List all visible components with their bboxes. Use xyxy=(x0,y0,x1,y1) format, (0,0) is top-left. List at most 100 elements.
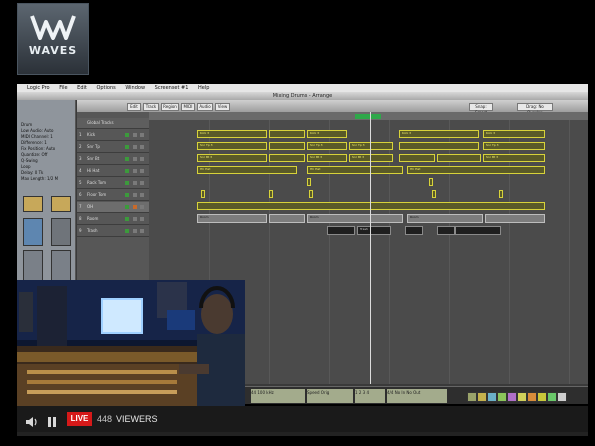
mute-button[interactable] xyxy=(133,145,137,149)
mute-button[interactable] xyxy=(133,229,137,233)
midi-region[interactable] xyxy=(197,202,545,210)
record-enable-button[interactable] xyxy=(125,181,129,185)
audio-region[interactable]: Room xyxy=(307,214,403,223)
track-row-5[interactable]: 5 Rack Tom xyxy=(77,178,149,189)
mute-button[interactable] xyxy=(133,181,137,185)
menu-options[interactable]: Options xyxy=(96,85,115,91)
insert-slots[interactable] xyxy=(23,218,43,246)
mute-button[interactable] xyxy=(133,205,137,209)
transport-key[interactable] xyxy=(517,392,527,402)
inspector-row[interactable]: Low Audio: Auto xyxy=(21,128,71,133)
snap-select[interactable]: Snap: Smart xyxy=(469,103,493,115)
playhead[interactable] xyxy=(370,112,371,384)
menu-file[interactable]: File xyxy=(59,85,67,91)
midi-region[interactable]: Snr Bt 3 xyxy=(197,154,267,162)
audio-region[interactable]: Room xyxy=(197,214,267,223)
menu-edit[interactable]: Edit xyxy=(77,85,87,91)
inspector-row[interactable]: Fix Position: Auto xyxy=(21,146,71,151)
mute-button[interactable] xyxy=(133,193,137,197)
track-row-2[interactable]: 2 Snr Tp xyxy=(77,142,149,153)
audio-region[interactable] xyxy=(405,226,423,235)
track-row-7[interactable]: 7 OH xyxy=(77,202,149,213)
audio-region[interactable] xyxy=(485,214,545,223)
midi-region[interactable] xyxy=(307,178,311,186)
transport-key[interactable] xyxy=(487,392,497,402)
inspector-row[interactable]: MIDI Channel: 1 xyxy=(21,134,71,139)
mute-button[interactable] xyxy=(133,217,137,221)
drag-select[interactable]: Drag: No Overlap xyxy=(517,103,553,115)
solo-button[interactable] xyxy=(140,217,144,221)
solo-button[interactable] xyxy=(140,169,144,173)
midi-region[interactable]: Snr Bt 3 xyxy=(483,154,545,162)
audio-region[interactable] xyxy=(327,226,355,235)
inspector-row[interactable]: Q-Swing xyxy=(21,158,71,163)
track-row-4[interactable]: 4 Hi Hat xyxy=(77,166,149,177)
midi-region[interactable] xyxy=(399,154,435,162)
audio-region[interactable] xyxy=(437,226,455,235)
transport-key[interactable] xyxy=(557,392,567,402)
solo-button[interactable] xyxy=(140,133,144,137)
transport-key[interactable] xyxy=(467,392,477,402)
mute-button[interactable] xyxy=(133,157,137,161)
record-enable-button[interactable] xyxy=(125,217,129,221)
midi-region[interactable]: Kick 3 xyxy=(197,130,267,138)
midi-region[interactable] xyxy=(399,142,479,150)
solo-button[interactable] xyxy=(140,157,144,161)
track-row-9[interactable]: 9 Trash xyxy=(77,226,149,237)
midi-region[interactable] xyxy=(499,190,503,198)
toolbar-edit-menu[interactable]: Edit xyxy=(127,103,141,111)
midi-region[interactable] xyxy=(269,142,305,150)
midi-region[interactable]: Hh Hat xyxy=(407,166,545,174)
audio-region[interactable] xyxy=(455,226,501,235)
midi-region[interactable] xyxy=(429,178,433,186)
inspector-row[interactable]: Difference: 1 xyxy=(21,140,71,145)
global-tracks-row[interactable]: Global Tracks xyxy=(77,118,149,129)
midi-region[interactable] xyxy=(269,190,273,198)
midi-region[interactable]: Snr Tp 3 xyxy=(197,142,267,150)
midi-region[interactable]: Hh Hat xyxy=(307,166,403,174)
solo-button[interactable] xyxy=(140,181,144,185)
audio-region[interactable]: Room xyxy=(407,214,483,223)
transport-key[interactable] xyxy=(477,392,487,402)
pause-icon[interactable] xyxy=(46,413,58,432)
toolbar-region-menu[interactable]: Region xyxy=(161,103,179,111)
midi-region[interactable] xyxy=(309,190,313,198)
menu-help[interactable]: Help xyxy=(198,85,209,91)
menu-window[interactable]: Window xyxy=(125,85,145,91)
solo-button[interactable] xyxy=(140,193,144,197)
record-enable-button[interactable] xyxy=(125,133,129,137)
midi-region[interactable] xyxy=(269,130,305,138)
solo-button[interactable] xyxy=(140,145,144,149)
record-enable-button[interactable] xyxy=(125,145,129,149)
audio-region[interactable] xyxy=(269,214,305,223)
transport-key[interactable] xyxy=(537,392,547,402)
menu-screenset[interactable]: Screenset #1 xyxy=(155,85,189,91)
record-enable-button[interactable] xyxy=(125,169,129,173)
speaker-icon[interactable] xyxy=(25,413,39,432)
solo-button[interactable] xyxy=(140,229,144,233)
midi-region[interactable] xyxy=(437,154,481,162)
mute-button[interactable] xyxy=(133,133,137,137)
toolbar-view-menu[interactable]: View xyxy=(215,103,230,111)
midi-region[interactable]: Snr Bt 3 xyxy=(349,154,393,162)
track-row-3[interactable]: 3 Snr Bt xyxy=(77,154,149,165)
cycle-locator[interactable] xyxy=(355,114,381,119)
toolbar-track-menu[interactable]: Track xyxy=(143,103,159,111)
inspector-row[interactable]: Quantize: Off xyxy=(21,152,71,157)
midi-region[interactable] xyxy=(432,190,436,198)
midi-region[interactable]: Snr Tp 3 xyxy=(483,142,545,150)
transport-key[interactable] xyxy=(547,392,557,402)
track-row-8[interactable]: 8 Room xyxy=(77,214,149,225)
track-row-1[interactable]: 1 Kick xyxy=(77,130,149,141)
transport-key[interactable] xyxy=(497,392,507,402)
toolbar-midi-menu[interactable]: MIDI xyxy=(181,103,195,111)
transport-key[interactable] xyxy=(507,392,517,402)
inspector-row[interactable]: Delay: 0 Tk xyxy=(21,170,71,175)
track-row-6[interactable]: 6 Floor Tom xyxy=(77,190,149,201)
record-enable-button[interactable] xyxy=(125,193,129,197)
inspector-row[interactable]: Max Length: 1/2 M xyxy=(21,176,71,181)
menu-logic-pro[interactable]: Logic Pro xyxy=(27,85,50,91)
progress-track[interactable] xyxy=(17,432,588,436)
midi-region[interactable] xyxy=(269,154,305,162)
midi-region[interactable] xyxy=(201,190,205,198)
